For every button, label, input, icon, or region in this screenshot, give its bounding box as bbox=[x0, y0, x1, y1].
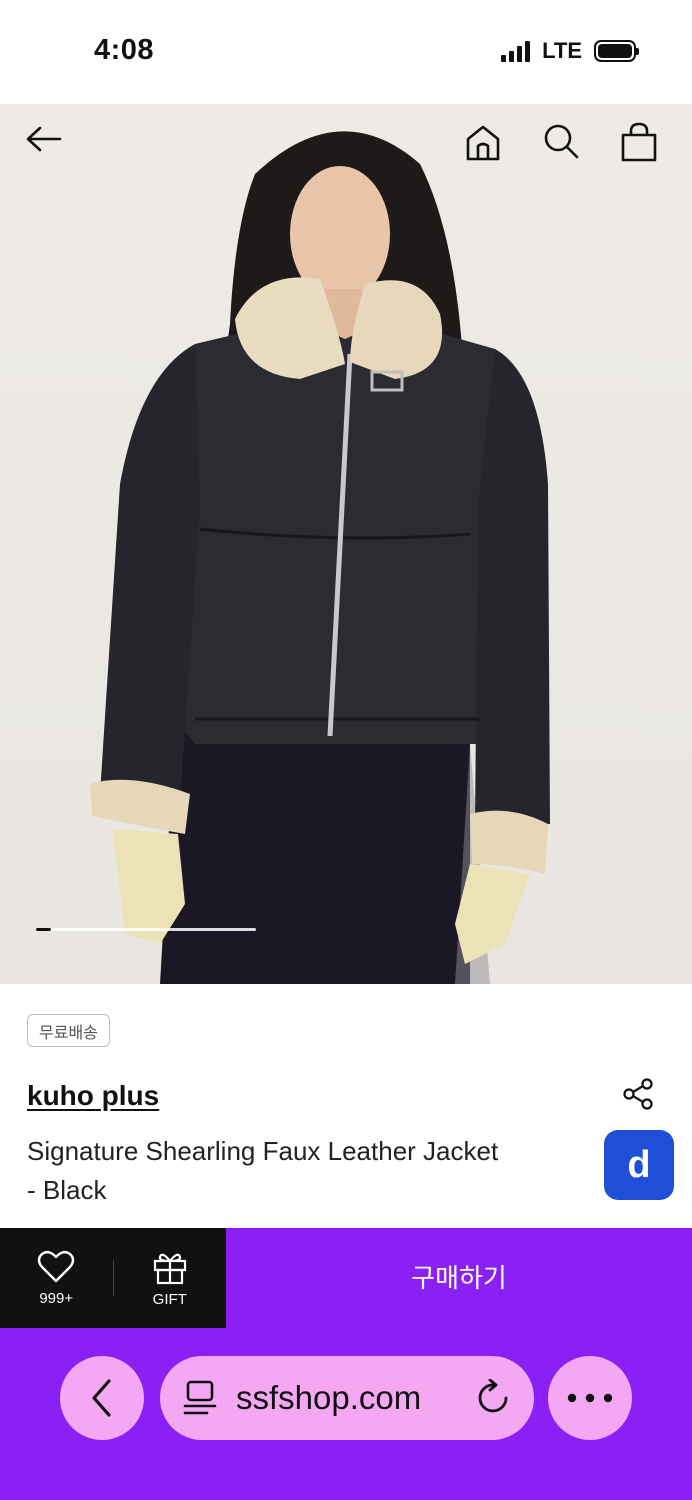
cellular-signal-icon bbox=[501, 40, 531, 62]
carousel-progress bbox=[36, 928, 256, 931]
back-arrow-icon bbox=[26, 126, 62, 152]
back-button[interactable] bbox=[24, 124, 72, 172]
free-shipping-badge: 무료배송 bbox=[27, 1014, 110, 1047]
cart-button[interactable] bbox=[620, 122, 668, 170]
search-button[interactable] bbox=[542, 122, 590, 170]
home-button[interactable] bbox=[465, 124, 513, 172]
d-floating-button[interactable]: d bbox=[604, 1130, 674, 1200]
network-type: LTE bbox=[542, 38, 582, 63]
wishlist-count: 999+ bbox=[39, 1289, 74, 1307]
browser-back-button[interactable] bbox=[60, 1356, 144, 1440]
address-bar[interactable]: ssfshop.com bbox=[160, 1356, 534, 1440]
product-image[interactable] bbox=[0, 104, 692, 984]
product-name-line2: - Black bbox=[27, 1175, 107, 1205]
status-indicators: LTE bbox=[501, 38, 639, 64]
url-text: ssfshop.com bbox=[236, 1379, 422, 1416]
carousel-progress-active bbox=[36, 928, 52, 931]
gift-label: GIFT bbox=[152, 1290, 187, 1308]
heart-icon bbox=[38, 1250, 75, 1282]
gift-button[interactable]: GIFT bbox=[114, 1228, 227, 1328]
brand-link[interactable]: kuho plus bbox=[27, 1080, 159, 1112]
browser-toolbar: ssfshop.com bbox=[0, 1328, 692, 1500]
shopping-bag-icon bbox=[621, 122, 657, 162]
share-icon bbox=[623, 1078, 653, 1110]
wishlist-button[interactable]: 999+ bbox=[0, 1228, 113, 1328]
product-name: Signature Shearling Faux Leather Jacket … bbox=[27, 1132, 587, 1210]
share-button[interactable] bbox=[618, 1074, 658, 1114]
action-left-group: 999+ GIFT bbox=[0, 1228, 226, 1328]
search-icon bbox=[544, 124, 579, 159]
purchase-action-bar: 999+ GIFT 구매하기 bbox=[0, 1228, 692, 1328]
browser-more-button[interactable] bbox=[548, 1356, 632, 1440]
product-info: 무료배송 kuho plus Signature Shearling Faux … bbox=[0, 984, 692, 1228]
status-time: 4:08 bbox=[94, 34, 155, 66]
product-name-line1: Signature Shearling Faux Leather Jacket bbox=[27, 1136, 499, 1166]
chevron-left-icon bbox=[92, 1379, 111, 1417]
more-dots-icon bbox=[567, 1393, 613, 1403]
buy-button[interactable]: 구매하기 bbox=[226, 1228, 692, 1328]
battery-icon bbox=[594, 40, 639, 62]
status-bar: 4:08 LTE bbox=[0, 0, 692, 104]
gift-icon bbox=[153, 1253, 186, 1284]
home-icon bbox=[466, 125, 500, 161]
page-menu-icon bbox=[183, 1380, 217, 1415]
product-photo bbox=[90, 131, 550, 984]
reload-icon[interactable] bbox=[476, 1379, 512, 1417]
